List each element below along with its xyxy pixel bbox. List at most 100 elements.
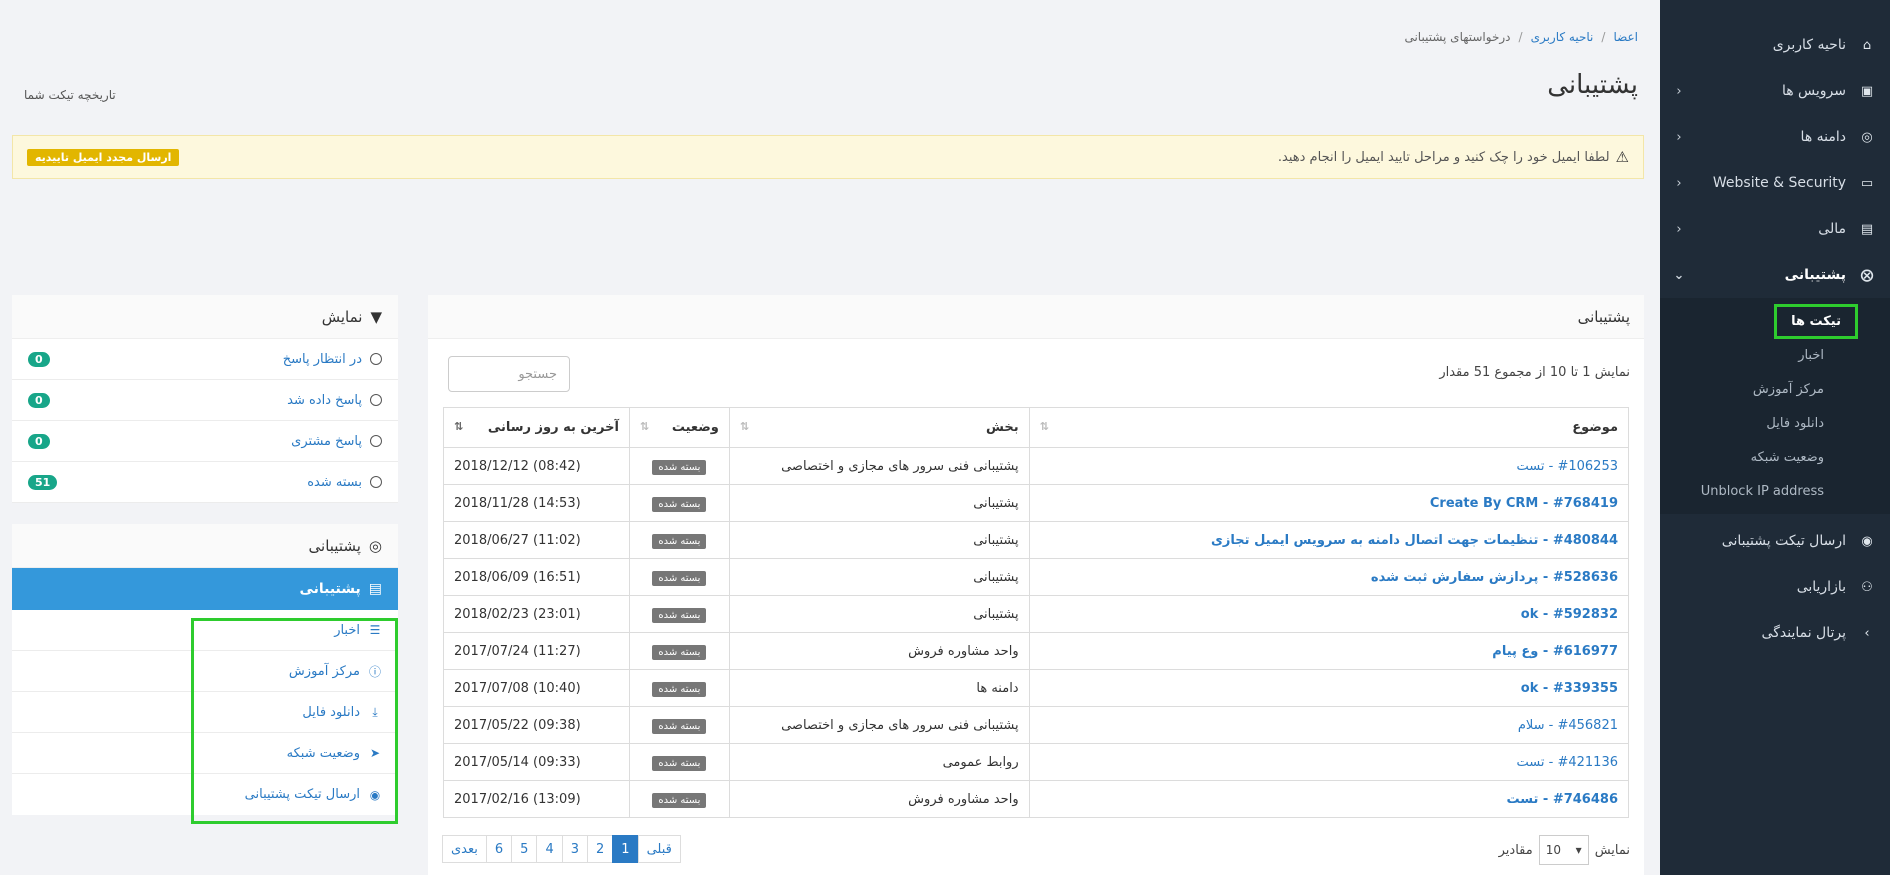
sidebar-subitem-downloads[interactable]: دانلود فایل bbox=[1660, 406, 1890, 440]
sidebar-item-billing[interactable]: ▤ مالی ‹ bbox=[1660, 206, 1890, 252]
ticket-subject-cell: #746486 - تست bbox=[1028, 780, 1630, 818]
pagination-page[interactable]: 4 bbox=[536, 835, 563, 863]
count-badge: 51 bbox=[28, 474, 58, 490]
breadcrumb-client-area[interactable]: ناحیه کاربری bbox=[1531, 30, 1594, 44]
sidebar-subitem-unblock-ip[interactable]: Unblock IP address bbox=[1660, 474, 1890, 508]
support-link-network-status[interactable]: ➤ وضعیت شبکه bbox=[12, 733, 398, 774]
users-icon: ⚇ bbox=[1861, 579, 1873, 595]
support-link-open-ticket[interactable]: ◉ ارسال تیکت پشتیبانی bbox=[12, 774, 398, 815]
sidebar-item-support[interactable]: ⨂ پشتیبانی ⌄ bbox=[1660, 252, 1890, 298]
ticket-subject-cell: #528636 - پردازش سفارش ثبت شده bbox=[1028, 558, 1630, 596]
globe-icon: ◎ bbox=[1861, 129, 1873, 145]
sidebar-item-label: بازاریابی bbox=[1796, 579, 1846, 595]
table-row[interactable]: #592832 - ok پشتیبانی بسته شده 2018/02/23 (… bbox=[443, 595, 1630, 633]
sidebar-subitem-tickets[interactable]: تیکت ها bbox=[1660, 303, 1890, 339]
sidebar-subitem-news[interactable]: اخبار bbox=[1660, 338, 1890, 372]
filter-closed[interactable]: بسته شده 51 bbox=[12, 462, 398, 503]
tickets-panel: پشتیبانی نمایش 1 تا 10 از مجموع 51 مقدار… bbox=[428, 295, 1644, 875]
ticket-subject-link[interactable]: #528636 - پردازش سفارش ثبت شده bbox=[1371, 570, 1618, 585]
radio-icon[interactable] bbox=[370, 353, 382, 365]
ticket-subject-link[interactable]: #480844 - تنظیمات جهت اتصال دامنه به سرو… bbox=[1211, 533, 1618, 548]
table-row[interactable]: #768419 - Create By CRM پشتیبانی بسته شده 2… bbox=[443, 484, 1630, 522]
sidebar-item-services[interactable]: ▣ سرویس ها ‹ bbox=[1660, 68, 1890, 114]
sidebar-subitem-knowledgebase[interactable]: مرکز آموزش bbox=[1660, 372, 1890, 406]
table-row[interactable]: #339355 - ok دامنه ها بسته شده 2017/07/08 (… bbox=[443, 669, 1630, 707]
page-length-select[interactable]: 10 ▾ bbox=[1538, 835, 1589, 865]
sidebar-item-label: پشتیبانی bbox=[1784, 267, 1846, 283]
table-row[interactable]: #528636 - پردازش سفارش ثبت شده پشتیبانی بس… bbox=[443, 558, 1630, 596]
ticket-department-cell: پشتیبانی bbox=[728, 521, 1030, 559]
table-row[interactable]: #106253 - تست پشتیبانی فنی سرور های مجازی… bbox=[443, 447, 1630, 485]
sidebar-item-label: ناحیه کاربری bbox=[1772, 37, 1846, 53]
pagination-page[interactable]: 3 bbox=[561, 835, 589, 863]
pagination-next[interactable]: بعدی bbox=[442, 835, 487, 863]
sidebar-item-reseller-portal[interactable]: › پرتال نمایندگی bbox=[1660, 610, 1890, 656]
pagination-page[interactable]: 2 bbox=[587, 835, 614, 863]
pagination-prev[interactable]: قبلی bbox=[637, 835, 681, 863]
comment-icon: ◉ bbox=[1861, 533, 1873, 549]
table-row[interactable]: #421136 - تست روابط عمومی بسته شده 2017/05/… bbox=[443, 743, 1630, 781]
ticket-department-cell: واحد مشاوره فروش bbox=[728, 780, 1030, 818]
ticket-date-cell: 2018/06/27 (11:02) bbox=[443, 521, 630, 559]
support-link-knowledgebase[interactable]: ⓘ مرکز آموزش bbox=[12, 651, 398, 692]
table-row[interactable]: #480844 - تنظیمات جهت اتصال دامنه به سرو… bbox=[443, 521, 1630, 559]
support-link-downloads[interactable]: ⤓ دانلود فایل bbox=[12, 692, 398, 733]
ticket-subject-link[interactable]: #456821 - سلام bbox=[1518, 718, 1618, 733]
sidebar-subitem-network-status[interactable]: وضعیت شبکه bbox=[1660, 440, 1890, 474]
support-active-item[interactable]: ▤ پشتیبانی bbox=[12, 568, 398, 610]
ticket-subject-link[interactable]: #746486 - تست bbox=[1507, 792, 1619, 807]
radio-icon[interactable] bbox=[370, 394, 382, 406]
sidebar-item-label: ارسال تیکت پشتیبانی bbox=[1721, 533, 1846, 549]
rocket-icon: ➤ bbox=[369, 746, 381, 760]
pagination-current-page[interactable]: 1 bbox=[612, 835, 639, 863]
sidebar-item-client-area[interactable]: ⌂ ناحیه کاربری bbox=[1660, 22, 1890, 68]
ticket-department-cell: پشتیبانی bbox=[728, 484, 1030, 522]
status-badge: بسته شده bbox=[652, 755, 707, 771]
filter-awaiting-reply[interactable]: در انتظار پاسخ 0 bbox=[12, 339, 398, 380]
info-icon: ⓘ bbox=[368, 664, 381, 679]
ticket-department-cell: پشتیبانی فنی سرور های مجازی و اختصاصی bbox=[728, 447, 1030, 485]
pagination-page[interactable]: 5 bbox=[511, 835, 538, 863]
table-row[interactable]: #456821 - سلام پشتیبانی فنی سرور های مجاز… bbox=[443, 706, 1630, 744]
column-last-updated[interactable]: آخرین به روز رسانی ⇅ bbox=[443, 407, 630, 448]
ticket-subject-link[interactable]: #768419 - Create By CRM bbox=[1430, 496, 1618, 511]
invoice-icon: ▤ bbox=[1860, 221, 1874, 237]
sidebar-item-affiliates[interactable]: ⚇ بازاریابی bbox=[1660, 564, 1890, 610]
breadcrumb-home[interactable]: اعضا bbox=[1613, 30, 1638, 44]
radio-icon[interactable] bbox=[370, 435, 382, 447]
sidebar-item-domains[interactable]: ◎ دامنه ها ‹ bbox=[1660, 114, 1890, 160]
sidebar-submenu-support: تیکت ها اخبار مرکز آموزش دانلود فایل وضع… bbox=[1660, 298, 1890, 514]
resend-verification-button[interactable]: ارسال مجدد ایمیل تاییدیه bbox=[27, 148, 180, 166]
sidebar-item-website-security[interactable]: ▭ Website & Security ‹ bbox=[1660, 160, 1890, 206]
filter-answered[interactable]: پاسخ داده شد 0 bbox=[12, 380, 398, 421]
count-badge: 0 bbox=[28, 433, 50, 449]
table-row[interactable]: #616977 - وع پیام واحد مشاوره فروش بسته شد… bbox=[443, 632, 1630, 670]
support-link-news[interactable]: ☰ اخبار bbox=[12, 610, 398, 651]
column-subject[interactable]: موضوع ⇅ bbox=[1028, 407, 1630, 448]
filter-title: نمایش bbox=[321, 307, 363, 326]
column-department[interactable]: بخش ⇅ bbox=[728, 407, 1030, 448]
ticket-subject-link[interactable]: #339355 - ok bbox=[1521, 681, 1618, 696]
pagination-page[interactable]: 6 bbox=[485, 835, 513, 863]
search-input[interactable]: جستجو bbox=[448, 356, 570, 392]
chevron-left-icon: ‹ bbox=[1676, 175, 1682, 191]
ticket-subject-cell: #421136 - تست bbox=[1028, 743, 1630, 781]
table-row[interactable]: #746486 - تست واحد مشاوره فروش بسته شده 201… bbox=[443, 780, 1630, 818]
tickets-table: موضوع ⇅ بخش ⇅ وضعیت ⇅ آخرین به روز رسانی ⇅ #… bbox=[443, 407, 1630, 818]
filter-customer-reply[interactable]: پاسخ مشتری 0 bbox=[12, 421, 398, 462]
sort-icon: ⇅ bbox=[639, 420, 650, 433]
column-status[interactable]: وضعیت ⇅ bbox=[628, 407, 730, 448]
sort-desc-icon: ⇅ bbox=[454, 420, 464, 433]
ticket-status-cell: بسته شده bbox=[628, 632, 730, 670]
sidebar-item-label: Website & Security bbox=[1712, 175, 1846, 191]
ticket-subject-link[interactable]: #592832 - ok bbox=[1521, 607, 1618, 622]
sidebar-item-open-ticket[interactable]: ◉ ارسال تیکت پشتیبانی bbox=[1660, 518, 1890, 564]
ticket-subject-link[interactable]: #106253 - تست bbox=[1517, 459, 1618, 474]
download-icon: ⤓ bbox=[372, 704, 378, 719]
ticket-subject-cell: #480844 - تنظیمات جهت اتصال دامنه به سرو… bbox=[1028, 521, 1630, 559]
status-badge: بسته شده bbox=[652, 681, 707, 697]
ticket-subject-link[interactable]: #616977 - وع پیام bbox=[1492, 644, 1618, 659]
ticket-subject-link[interactable]: #421136 - تست bbox=[1517, 755, 1618, 770]
support-panel-header: ◎ پشتیبانی bbox=[12, 524, 398, 568]
radio-icon[interactable] bbox=[370, 476, 382, 488]
